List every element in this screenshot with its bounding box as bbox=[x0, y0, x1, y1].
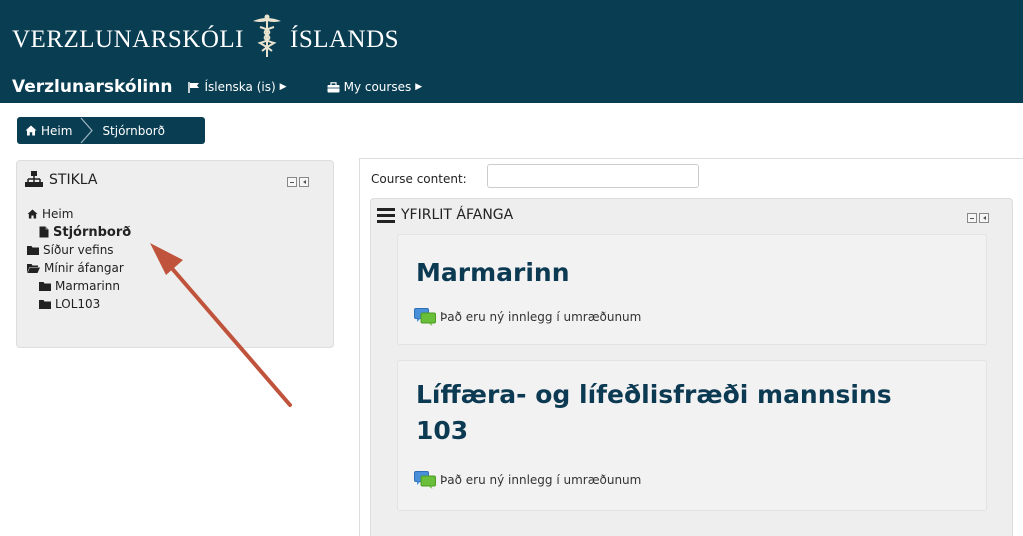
my-courses-menu[interactable]: My courses ▶ bbox=[327, 80, 423, 94]
folder-icon bbox=[39, 282, 51, 291]
nav-item-label: Heim bbox=[42, 207, 74, 221]
course-content-label: Course content: bbox=[371, 172, 467, 186]
navigation-block: STIKLA Heim Stjórnborð Síður vefins Míni… bbox=[16, 160, 334, 348]
nav-item-marmarinn[interactable]: Marmarinn bbox=[27, 277, 131, 295]
folder-icon bbox=[27, 246, 39, 255]
caret-right-icon: ▶ bbox=[279, 82, 287, 92]
nav-item-label: LOL103 bbox=[55, 297, 101, 311]
site-logo[interactable]: VERZLUNARSKÓLI ÍSLANDS bbox=[12, 14, 400, 62]
folder-open-icon bbox=[27, 264, 40, 273]
course-card-marmarinn: Marmarinn Það eru ný innlegg í umræðunum bbox=[397, 234, 987, 345]
top-navbar: Verzlunarskólinn Íslenska (is) ▶ My cour… bbox=[12, 75, 462, 99]
breadcrumb: Heim Stjórnborð bbox=[17, 117, 205, 144]
breadcrumb-separator-icon bbox=[80, 117, 94, 144]
page-icon bbox=[39, 226, 49, 238]
navigation-block-title: STIKLA bbox=[49, 171, 98, 188]
nav-item-sidur-vefins[interactable]: Síður vefins bbox=[27, 241, 131, 259]
sitemap-icon bbox=[25, 171, 43, 187]
course-title-line2: 103 bbox=[416, 416, 469, 445]
dock-block-icon[interactable] bbox=[979, 213, 989, 223]
collapse-block-icon[interactable] bbox=[967, 213, 977, 223]
course-content-input[interactable] bbox=[487, 164, 699, 188]
forum-notice-text[interactable]: Það eru ný innlegg í umræðunum bbox=[440, 310, 641, 324]
caret-right-icon: ▶ bbox=[415, 82, 423, 92]
brand-link[interactable]: Verzlunarskólinn bbox=[12, 77, 172, 97]
folder-icon bbox=[39, 300, 51, 309]
language-menu[interactable]: Íslenska (is) ▶ bbox=[188, 80, 287, 94]
nav-item-heim[interactable]: Heim bbox=[27, 205, 131, 223]
breadcrumb-home-label: Heim bbox=[41, 123, 73, 138]
forum-notice-text[interactable]: Það eru ný innlegg í umræðunum bbox=[440, 473, 641, 487]
course-title-line1: Líffæra- og lífeðlisfræði mannsins bbox=[416, 380, 892, 409]
course-overview-controls bbox=[967, 213, 989, 223]
course-overview-title: YFIRLIT ÁFANGA bbox=[401, 207, 514, 223]
dock-block-icon[interactable] bbox=[299, 177, 309, 187]
briefcase-icon bbox=[327, 81, 340, 92]
language-label: Íslenska (is) bbox=[204, 80, 276, 94]
forum-notice: Það eru ný innlegg í umræðunum bbox=[414, 471, 641, 489]
logo-text-right: ÍSLANDS bbox=[290, 26, 400, 53]
navigation-block-header: STIKLA bbox=[25, 171, 97, 188]
flag-icon bbox=[188, 81, 200, 93]
nav-item-label: Stjórnborð bbox=[53, 224, 132, 240]
navigation-tree: Heim Stjórnborð Síður vefins Mínir áfang… bbox=[27, 205, 131, 313]
forum-posts-icon bbox=[414, 308, 436, 326]
logo-text-left: VERZLUNARSKÓLI bbox=[12, 26, 244, 53]
caduceus-icon bbox=[253, 14, 281, 57]
nav-item-minir-afangar[interactable]: Mínir áfangar bbox=[27, 259, 131, 277]
forum-notice: Það eru ný innlegg í umræðunum bbox=[414, 308, 641, 326]
navigation-block-controls bbox=[287, 177, 309, 187]
site-header: VERZLUNARSKÓLI ÍSLANDS Verzlunarskólinn … bbox=[0, 0, 1023, 103]
nav-item-label: Mínir áfangar bbox=[44, 261, 124, 275]
nav-item-label: Síður vefins bbox=[43, 243, 114, 257]
breadcrumb-home[interactable]: Heim bbox=[17, 124, 80, 138]
breadcrumb-current[interactable]: Stjórnborð bbox=[94, 124, 173, 138]
collapse-block-icon[interactable] bbox=[287, 177, 297, 187]
course-card-lol103: Líffæra- og lífeðlisfræði mannsins 103 Þ… bbox=[397, 360, 987, 511]
home-icon bbox=[25, 125, 37, 136]
home-icon bbox=[27, 209, 38, 219]
nav-item-lol103[interactable]: LOL103 bbox=[27, 295, 131, 313]
course-overview-header: YFIRLIT ÁFANGA bbox=[377, 207, 513, 223]
my-courses-label: My courses bbox=[343, 80, 412, 94]
course-overview-block: YFIRLIT ÁFANGA Marmarinn Það eru ný innl… bbox=[370, 198, 1013, 536]
course-title-link[interactable]: Líffæra- og lífeðlisfræði mannsins 103 bbox=[416, 377, 892, 449]
nav-item-label: Marmarinn bbox=[55, 279, 120, 293]
nav-item-stjornbord[interactable]: Stjórnborð bbox=[27, 223, 131, 241]
menu-icon bbox=[377, 207, 395, 223]
forum-posts-icon bbox=[414, 471, 436, 489]
course-title-link[interactable]: Marmarinn bbox=[416, 255, 570, 291]
